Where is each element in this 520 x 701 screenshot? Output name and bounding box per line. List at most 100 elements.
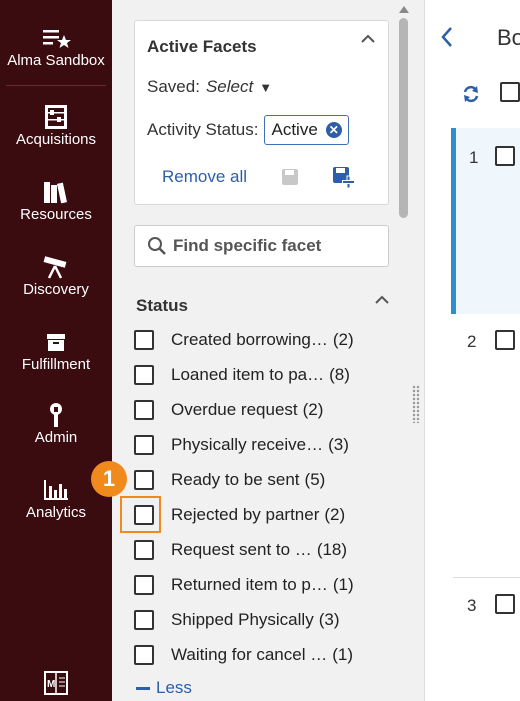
facet-name: Request sent to … — [171, 539, 312, 559]
inbox-icon — [47, 334, 65, 351]
callout-highlight-box — [120, 496, 161, 533]
facet-checkbox[interactable] — [134, 364, 154, 385]
facet-name: Physically receive… — [171, 434, 324, 454]
nav-label: Discovery — [23, 281, 89, 298]
facet-checkbox[interactable] — [134, 574, 154, 595]
less-link[interactable]: Less — [136, 678, 192, 698]
chevron-up-icon[interactable] — [360, 31, 376, 47]
scroll-thumb[interactable] — [399, 18, 408, 218]
facet-checkbox[interactable] — [134, 434, 154, 455]
status-section-title: Status — [136, 296, 188, 315]
facet-checkbox[interactable] — [134, 539, 154, 560]
facet-count: (3) — [318, 609, 340, 629]
facet-checkbox[interactable] — [134, 329, 154, 350]
row-number: 2 — [467, 332, 477, 351]
facet-item[interactable]: Returned item to p… (1) — [134, 567, 354, 602]
nav-admin[interactable]: Admin — [0, 401, 112, 447]
facet-name: Returned item to p… — [171, 574, 328, 594]
facet-panel: Active Facets Saved: Select ▼ Activity Sta… — [112, 0, 424, 701]
callout-badge: 1 — [91, 461, 127, 497]
select-all-checkbox[interactable] — [500, 82, 520, 102]
page-title: Bo — [497, 25, 520, 50]
facet-checkbox[interactable] — [134, 399, 154, 420]
nav-label: Resources — [20, 206, 92, 223]
facet-name: Ready to be sent — [171, 469, 300, 489]
facet-name: Waiting for cancel … — [171, 644, 328, 664]
nav-label: Analytics — [25, 504, 87, 521]
chevron-up-icon[interactable] — [374, 292, 390, 308]
facet-item[interactable]: Overdue request (2) — [134, 392, 323, 427]
facet-count: (2) — [332, 329, 354, 349]
facet-item[interactable]: Loaned item to pa… (8) — [134, 357, 350, 392]
row-checkbox[interactable] — [495, 594, 515, 614]
row-checkbox[interactable] — [495, 146, 515, 166]
row-number: 3 — [467, 596, 477, 615]
facet-name: Created borrowing… — [171, 329, 328, 349]
facet-count: (3) — [328, 434, 349, 454]
facet-checkbox[interactable] — [134, 469, 154, 490]
abacus-icon — [45, 105, 67, 129]
activity-status-row: Activity Status: Active ✕ — [147, 115, 349, 145]
nav-divider — [6, 85, 106, 86]
minus-icon — [136, 686, 150, 690]
nav-label: Alma Sandbox — [7, 52, 105, 69]
save-plus-icon[interactable] — [331, 165, 355, 189]
facet-scrollbar[interactable] — [399, 0, 409, 701]
nav-resources[interactable]: Resources — [0, 178, 112, 224]
saved-label: Saved: — [147, 77, 200, 96]
nav-label: Fulfillment — [21, 356, 91, 373]
nav-label: Admin — [34, 429, 78, 446]
facet-item[interactable]: Request sent to … (18) — [134, 532, 347, 567]
refresh-icon[interactable] — [461, 84, 481, 104]
saved-row: Saved: Select ▼ — [147, 77, 272, 97]
facet-item[interactable]: Rejected by partner (2) — [134, 497, 345, 532]
scroll-up-arrow-icon[interactable] — [399, 6, 409, 13]
active-facets-title: Active Facets — [147, 37, 257, 56]
nav-fulfillment[interactable]: Fulfillment — [0, 328, 112, 374]
telescope-icon — [43, 256, 67, 279]
search-placeholder: Find specific facet — [173, 236, 322, 255]
nav-alma-sandbox[interactable]: Alma Sandbox — [0, 24, 112, 70]
facet-item[interactable]: Shipped Physically (3) — [134, 602, 339, 637]
nav-acquisitions[interactable]: Acquisitions — [0, 103, 112, 149]
caret-down-icon[interactable]: ▼ — [259, 80, 272, 95]
facet-count: (2) — [302, 399, 324, 419]
less-label: Less — [156, 678, 192, 697]
svg-text:M: M — [47, 679, 55, 690]
facet-name: Rejected by partner — [171, 504, 320, 524]
facet-name: Overdue request — [171, 399, 298, 419]
facet-item[interactable]: Ready to be sent (5) — [134, 462, 325, 497]
chip-label: Active — [271, 120, 318, 139]
results-pane: Bo 1 2 3 — [424, 0, 520, 701]
nav-label: Acquisitions — [15, 131, 97, 148]
facet-count: (5) — [304, 469, 326, 489]
row-checkbox[interactable] — [495, 330, 515, 350]
nav-discovery[interactable]: Discovery — [0, 253, 112, 299]
remove-all-link[interactable]: Remove all — [162, 167, 247, 187]
facet-count: (1) — [332, 644, 353, 664]
remove-chip-icon[interactable]: ✕ — [325, 122, 342, 138]
facet-count: (2) — [324, 504, 346, 524]
active-facet-chip: Active ✕ — [264, 115, 349, 145]
books-icon — [44, 182, 68, 204]
facet-checkbox[interactable] — [134, 609, 154, 630]
bar-chart-icon — [44, 480, 68, 500]
row-number: 1 — [469, 148, 479, 167]
facet-count: (8) — [329, 364, 350, 384]
search-icon — [148, 237, 166, 255]
facet-item[interactable]: Physically receive… (3) — [134, 427, 349, 462]
facet-count: (1) — [332, 574, 354, 594]
saved-select[interactable]: Select — [206, 77, 253, 96]
row-divider — [453, 577, 520, 578]
manual-book-icon: M — [44, 671, 68, 695]
list-star-icon — [43, 30, 71, 48]
nav-manual[interactable]: M — [0, 669, 112, 697]
chevron-left-icon[interactable] — [439, 24, 455, 50]
facet-checkbox[interactable] — [134, 644, 154, 665]
facet-search-input[interactable]: Find specific facet — [134, 225, 389, 267]
facet-item[interactable]: Waiting for cancel … (1) — [134, 637, 353, 672]
facet-name: Shipped Physically — [171, 609, 314, 629]
facet-item[interactable]: Created borrowing… (2) — [134, 322, 354, 357]
resize-handle[interactable] — [412, 385, 420, 423]
save-icon[interactable] — [280, 167, 300, 187]
